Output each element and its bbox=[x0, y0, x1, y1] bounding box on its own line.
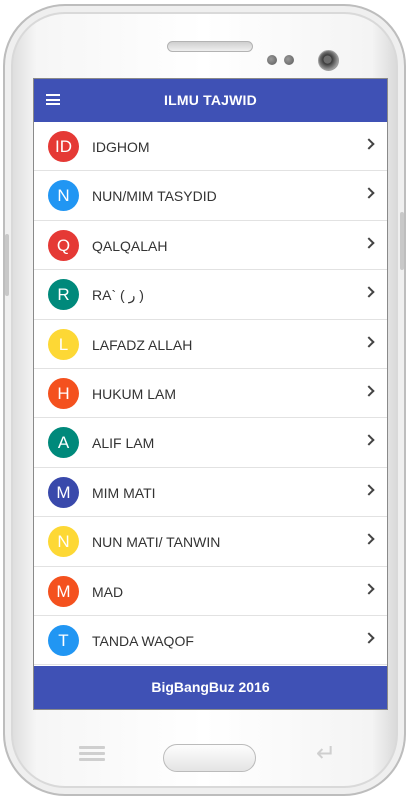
list-item-label: QALQALAH bbox=[92, 237, 168, 254]
letter-avatar: M bbox=[48, 575, 79, 607]
list-item-label: TANDA WAQOF bbox=[92, 632, 194, 649]
chevron-right-icon bbox=[363, 335, 375, 348]
phone-frame: ILMU TAJWID ID IDGHOM N NUN/MIM TASYDID Q QAL… bbox=[3, 4, 406, 796]
letter-avatar: L bbox=[48, 328, 79, 360]
list-item-label: NUN/MIM TASYDID bbox=[92, 188, 217, 205]
list-item[interactable]: T TANDA WAQOF bbox=[34, 615, 387, 666]
proximity-sensor bbox=[267, 55, 277, 65]
letter-avatar: Q bbox=[48, 229, 79, 261]
front-camera bbox=[318, 50, 339, 71]
list-item[interactable]: N NUN MATI/ TANWIN bbox=[34, 517, 387, 567]
letter-avatar: A bbox=[48, 427, 79, 459]
topic-list: ID IDGHOM N NUN/MIM TASYDID Q QALQALAH R RA` ( … bbox=[34, 122, 387, 668]
list-item-label: HUKUM LAM bbox=[92, 385, 177, 402]
list-item[interactable]: L LAFADZ ALLAH bbox=[34, 319, 387, 369]
list-item[interactable]: ID IDGHOM bbox=[34, 122, 387, 172]
chevron-right-icon bbox=[363, 385, 375, 397]
power-button[interactable] bbox=[400, 212, 404, 270]
list-item[interactable]: M MAD bbox=[34, 566, 387, 616]
list-item[interactable]: N NUN/MIM TASYDID bbox=[34, 171, 387, 221]
list-item-label: NUN MATI/ TANWIN bbox=[92, 534, 221, 551]
list-item[interactable]: M MIM MATI bbox=[34, 467, 387, 518]
chevron-right-icon bbox=[363, 632, 375, 644]
letter-avatar: M bbox=[48, 476, 79, 508]
app-screen: ILMU TAJWID ID IDGHOM N NUN/MIM TASYDID Q QAL… bbox=[33, 78, 388, 710]
menu-key-icon[interactable] bbox=[79, 746, 105, 762]
back-arrow-icon[interactable]: ↵ bbox=[310, 741, 342, 765]
list-item[interactable]: Q QALQALAH bbox=[34, 220, 387, 271]
chevron-right-icon bbox=[363, 138, 375, 150]
list-item-label: IDGHOM bbox=[92, 139, 150, 155]
chevron-right-icon bbox=[363, 286, 375, 298]
list-item-label: ALIF LAM bbox=[92, 435, 155, 452]
footer-banner: BigBangBuz 2016 bbox=[34, 666, 387, 709]
letter-avatar: T bbox=[48, 624, 79, 656]
list-item-label: LAFADZ ALLAH bbox=[92, 336, 193, 353]
letter-avatar: ID bbox=[48, 131, 79, 162]
letter-avatar: N bbox=[48, 180, 79, 212]
letter-avatar: H bbox=[48, 377, 79, 409]
chevron-right-icon bbox=[363, 484, 375, 496]
letter-avatar: N bbox=[48, 526, 79, 558]
letter-avatar: R bbox=[48, 279, 79, 311]
app-title: ILMU TAJWID bbox=[164, 92, 257, 108]
list-item-label: RA` ( ر ) bbox=[92, 287, 144, 304]
volume-button[interactable] bbox=[5, 234, 9, 296]
list-item-label: MIM MATI bbox=[92, 484, 156, 501]
chevron-right-icon bbox=[363, 187, 375, 200]
list-item[interactable]: R RA` ( ر ) bbox=[34, 270, 387, 320]
chevron-right-icon bbox=[363, 237, 375, 249]
home-button[interactable] bbox=[163, 744, 256, 772]
list-item-label: MAD bbox=[92, 583, 124, 600]
light-sensor bbox=[284, 55, 294, 65]
chevron-right-icon bbox=[363, 434, 375, 447]
list-item[interactable]: A ALIF LAM bbox=[34, 418, 387, 468]
chevron-right-icon bbox=[363, 582, 375, 595]
earpiece-speaker bbox=[167, 41, 253, 52]
chevron-right-icon bbox=[363, 533, 375, 545]
list-item[interactable]: H HUKUM LAM bbox=[34, 368, 387, 419]
app-bar: ILMU TAJWID bbox=[34, 79, 387, 122]
